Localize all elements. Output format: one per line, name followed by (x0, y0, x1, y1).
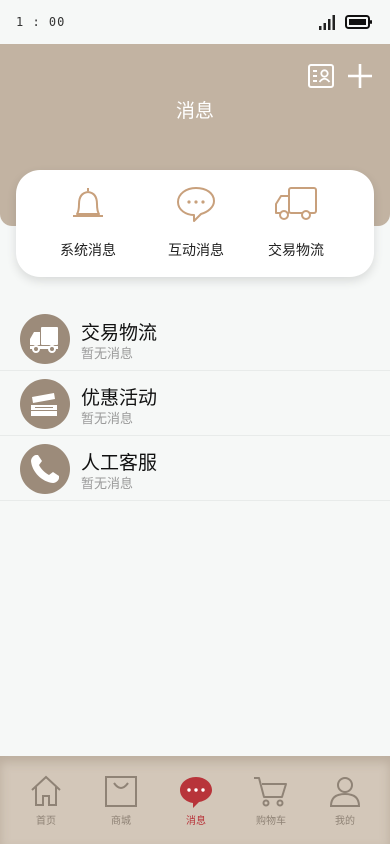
quick-action-label: 交易物流 (268, 243, 324, 259)
truck-icon (30, 327, 58, 353)
chat-bubble-icon (177, 187, 215, 222)
signal-icon (319, 15, 335, 30)
tab-bar: 首页 商城 消息 购物车 我的 (0, 756, 390, 844)
message-title: 人工客服 (81, 452, 158, 474)
add-icon[interactable] (346, 62, 374, 90)
message-row-customer-service[interactable]: 人工客服 暂无消息 (0, 436, 390, 501)
status-bar: 1 : 00 (0, 0, 390, 44)
message-title: 优惠活动 (81, 387, 158, 409)
message-subtitle: 暂无消息 (81, 412, 134, 427)
status-time: 1 : 00 (16, 15, 66, 29)
battery-icon (345, 15, 372, 29)
quick-action-interaction[interactable]: 互动消息 (146, 170, 246, 277)
tab-cart[interactable]: 购物车 (232, 756, 310, 844)
tab-label: 首页 (36, 816, 56, 827)
message-list: 交易物流 暂无消息 优惠活动 暂无消息 人工客服 暂无消息 (0, 306, 390, 501)
message-row-promotions[interactable]: 优惠活动 暂无消息 (0, 371, 390, 436)
tab-home[interactable]: 首页 (7, 756, 85, 844)
coupon-icon (31, 393, 57, 416)
tab-label: 购物车 (256, 816, 286, 827)
message-row-logistics[interactable]: 交易物流 暂无消息 (0, 306, 390, 371)
message-subtitle: 暂无消息 (81, 477, 134, 492)
avatar (20, 444, 70, 494)
tab-label: 我的 (335, 816, 355, 827)
tab-label: 商城 (111, 816, 131, 827)
cart-icon (254, 777, 287, 807)
bell-icon (73, 188, 103, 217)
page-title: 消息 (175, 100, 214, 122)
quick-action-system[interactable]: 系统消息 (38, 170, 138, 277)
quick-action-label: 互动消息 (168, 243, 224, 259)
tab-messages[interactable]: 消息 (157, 756, 235, 844)
quick-action-logistics[interactable]: 交易物流 (246, 170, 346, 277)
tab-profile[interactable]: 我的 (306, 756, 384, 844)
home-icon (31, 775, 61, 806)
tab-mall[interactable]: 商城 (82, 756, 160, 844)
shopping-bag-icon (105, 776, 137, 807)
phone-icon (31, 455, 59, 483)
truck-icon (275, 187, 317, 220)
quick-action-label: 系统消息 (60, 243, 116, 259)
avatar (20, 314, 70, 364)
user-icon (329, 777, 361, 807)
message-title: 交易物流 (81, 322, 158, 344)
quick-actions-card: 系统消息 互动消息 交易物流 (16, 170, 374, 277)
tab-label: 消息 (186, 816, 206, 827)
message-subtitle: 暂无消息 (81, 347, 134, 362)
message-icon (180, 777, 212, 808)
contacts-icon[interactable] (307, 62, 335, 90)
avatar (20, 379, 70, 429)
